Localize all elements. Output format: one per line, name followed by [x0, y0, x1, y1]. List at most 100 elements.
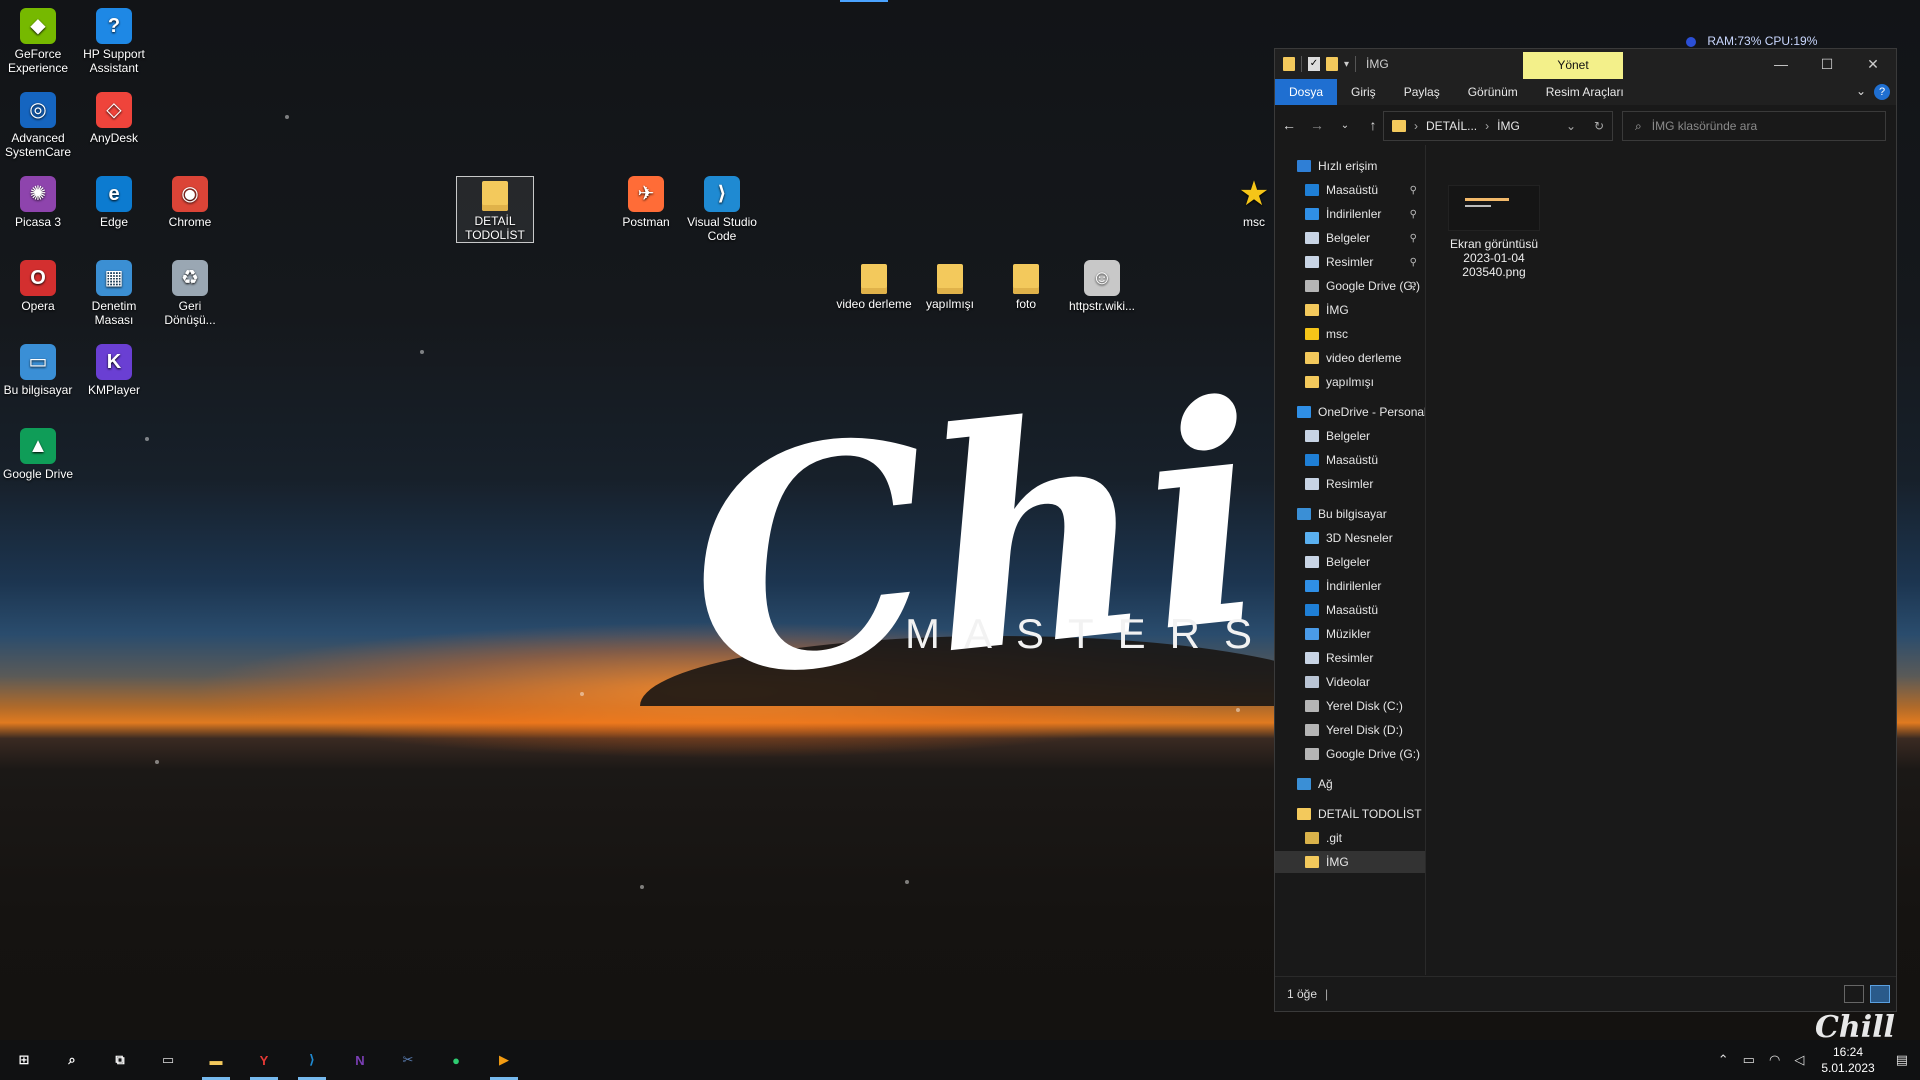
- desktop-icon[interactable]: ✺ Picasa 3: [0, 176, 76, 229]
- app-button[interactable]: ●: [432, 1040, 480, 1080]
- desktop-icon[interactable]: DETAİL TODOLİST: [456, 176, 534, 243]
- refresh-icon[interactable]: ↻: [1594, 119, 1604, 133]
- clock[interactable]: 16:24 5.01.2023: [1821, 1044, 1874, 1076]
- nav-item[interactable]: Resimler: [1275, 473, 1425, 495]
- nav-item[interactable]: Müzikler: [1275, 623, 1425, 645]
- nav-item[interactable]: Masaüstü ⚲: [1275, 179, 1425, 201]
- task-view-button[interactable]: ⧉: [96, 1040, 144, 1080]
- start-button[interactable]: ⊞: [0, 1040, 48, 1080]
- yandex-button[interactable]: Y: [240, 1040, 288, 1080]
- show-hidden-icons-icon[interactable]: ⌃: [1718, 1052, 1729, 1068]
- nav-item[interactable]: Resimler ⚲: [1275, 251, 1425, 273]
- nav-item[interactable]: Belgeler: [1275, 425, 1425, 447]
- snipping-tool-button[interactable]: ✂: [384, 1040, 432, 1080]
- address-dropdown-icon[interactable]: ⌄: [1566, 119, 1576, 133]
- properties-icon[interactable]: ✓: [1308, 57, 1320, 71]
- pin-icon[interactable]: ⚲: [1410, 185, 1417, 196]
- desktop-icon[interactable]: ✈ Postman: [608, 176, 684, 229]
- new-folder-icon[interactable]: [1326, 57, 1338, 71]
- nav-item[interactable]: İndirilenler: [1275, 575, 1425, 597]
- nav-item[interactable]: Belgeler: [1275, 551, 1425, 573]
- nav-item[interactable]: DETAİL TODOLİST: [1275, 803, 1425, 825]
- nav-item[interactable]: .git: [1275, 827, 1425, 849]
- desktop-icon[interactable]: ▲ Google Drive: [0, 428, 76, 481]
- breadcrumb-chevron-icon[interactable]: ›: [1485, 119, 1489, 133]
- nav-item[interactable]: Google Drive (G:): [1275, 743, 1425, 765]
- desktop-icon[interactable]: e Edge: [76, 176, 152, 229]
- pin-icon[interactable]: ⚲: [1410, 281, 1417, 292]
- help-icon[interactable]: ?: [1874, 84, 1890, 100]
- expand-ribbon-icon[interactable]: ⌄: [1856, 84, 1866, 98]
- tab-manage[interactable]: Yönet: [1523, 52, 1623, 79]
- nav-item[interactable]: Yerel Disk (D:): [1275, 719, 1425, 741]
- nav-item[interactable]: Yerel Disk (C:): [1275, 695, 1425, 717]
- pin-icon[interactable]: ⚲: [1410, 257, 1417, 268]
- breadcrumb-item[interactable]: İMG: [1497, 119, 1520, 133]
- ribbon-tab[interactable]: Paylaş: [1390, 79, 1454, 105]
- nav-item[interactable]: Hızlı erişim: [1275, 155, 1425, 177]
- customize-toolbar-icon[interactable]: ▾: [1344, 59, 1349, 70]
- minimize-button[interactable]: —: [1758, 49, 1804, 79]
- nav-item[interactable]: Masaüstü: [1275, 449, 1425, 471]
- close-button[interactable]: ✕: [1850, 49, 1896, 79]
- address-bar[interactable]: › DETAİL... › İMG ⌄ ↻: [1383, 111, 1613, 141]
- ribbon-tab[interactable]: Resim Araçları: [1532, 79, 1638, 105]
- search-box[interactable]: ⌕: [1622, 111, 1886, 141]
- file-explorer-window[interactable]: ✓ ▾ İMG Yönet — ☐ ✕ Dosya Giriş Paylaş Görü…: [1274, 48, 1897, 1012]
- pin-icon[interactable]: ⚲: [1410, 209, 1417, 220]
- nav-item[interactable]: video derleme: [1275, 347, 1425, 369]
- battery-icon[interactable]: ▭: [1743, 1052, 1755, 1068]
- breadcrumb-item[interactable]: DETAİL...: [1426, 119, 1477, 133]
- nav-item[interactable]: Resimler: [1275, 647, 1425, 669]
- nav-item[interactable]: İndirilenler ⚲: [1275, 203, 1425, 225]
- ribbon-tab[interactable]: Dosya: [1275, 79, 1338, 105]
- desktop-icon[interactable]: ▭ Bu bilgisayar: [0, 344, 76, 397]
- file-list[interactable]: Ekran görüntüsü 2023-01-04 203540.png: [1426, 145, 1896, 975]
- nav-item[interactable]: İMG: [1275, 851, 1425, 873]
- desktop-icon[interactable]: ◇ AnyDesk: [76, 92, 152, 145]
- desktop-icon[interactable]: ▦ Denetim Masası: [76, 260, 152, 327]
- folder-icon[interactable]: [1283, 57, 1295, 71]
- player-button[interactable]: ▶: [480, 1040, 528, 1080]
- nav-item[interactable]: Bu bilgisayar: [1275, 503, 1425, 525]
- details-view-icon[interactable]: [1844, 985, 1864, 1003]
- desktop-icon[interactable]: ? HP Support Assistant: [76, 8, 152, 75]
- breadcrumb-chevron-icon[interactable]: ›: [1414, 119, 1418, 133]
- file-explorer-button[interactable]: ▬: [192, 1040, 240, 1080]
- volume-icon[interactable]: ◁: [1794, 1052, 1804, 1068]
- recent-locations-icon[interactable]: ⌄: [1331, 120, 1359, 131]
- wifi-icon[interactable]: ◠: [1769, 1052, 1780, 1068]
- explorer-titlebar[interactable]: ✓ ▾ İMG Yönet — ☐ ✕: [1275, 49, 1896, 79]
- desktop-icon[interactable]: O Opera: [0, 260, 76, 313]
- vscode-button[interactable]: ⟩: [288, 1040, 336, 1080]
- nav-item[interactable]: yapılmışı: [1275, 371, 1425, 393]
- desktop-icon[interactable]: ♻ Geri Dönüşü...: [152, 260, 228, 327]
- nav-item[interactable]: Google Drive (G:) ⚲: [1275, 275, 1425, 297]
- ribbon-tab[interactable]: Görünüm: [1454, 79, 1532, 105]
- terminal-button[interactable]: ▭: [144, 1040, 192, 1080]
- nav-item[interactable]: msc: [1275, 323, 1425, 345]
- nav-item[interactable]: Ağ: [1275, 773, 1425, 795]
- nav-item[interactable]: OneDrive - Personal: [1275, 401, 1425, 423]
- search-button[interactable]: ⌕: [48, 1040, 96, 1080]
- file-item[interactable]: Ekran görüntüsü 2023-01-04 203540.png: [1444, 185, 1544, 279]
- navigation-pane[interactable]: Hızlı erişim Masaüstü ⚲ İndirilenler ⚲ Belgel…: [1275, 145, 1426, 975]
- desktop-icon[interactable]: ◆ GeForce Experience: [0, 8, 76, 75]
- notifications-icon[interactable]: ▤: [1896, 1052, 1908, 1068]
- back-icon[interactable]: ←: [1275, 117, 1303, 133]
- nav-item[interactable]: Belgeler ⚲: [1275, 227, 1425, 249]
- ribbon-tab[interactable]: Giriş: [1337, 79, 1390, 105]
- desktop-icon[interactable]: ◉ Chrome: [152, 176, 228, 229]
- nav-item[interactable]: Videolar: [1275, 671, 1425, 693]
- desktop-icon[interactable]: foto: [988, 260, 1064, 311]
- desktop-icon[interactable]: ⟩ Visual Studio Code: [684, 176, 760, 243]
- desktop-icon[interactable]: K KMPlayer: [76, 344, 152, 397]
- desktop-icon[interactable]: yapılmışı: [912, 260, 988, 311]
- desktop-icon[interactable]: ☺ httpstr.wiki...: [1064, 260, 1140, 313]
- nav-item[interactable]: Masaüstü: [1275, 599, 1425, 621]
- maximize-button[interactable]: ☐: [1804, 49, 1850, 79]
- desktop-icon[interactable]: ◎ Advanced SystemCare: [0, 92, 76, 159]
- search-input[interactable]: [1649, 118, 1854, 134]
- desktop-icon[interactable]: video derleme: [836, 260, 912, 311]
- forward-icon[interactable]: →: [1303, 117, 1331, 133]
